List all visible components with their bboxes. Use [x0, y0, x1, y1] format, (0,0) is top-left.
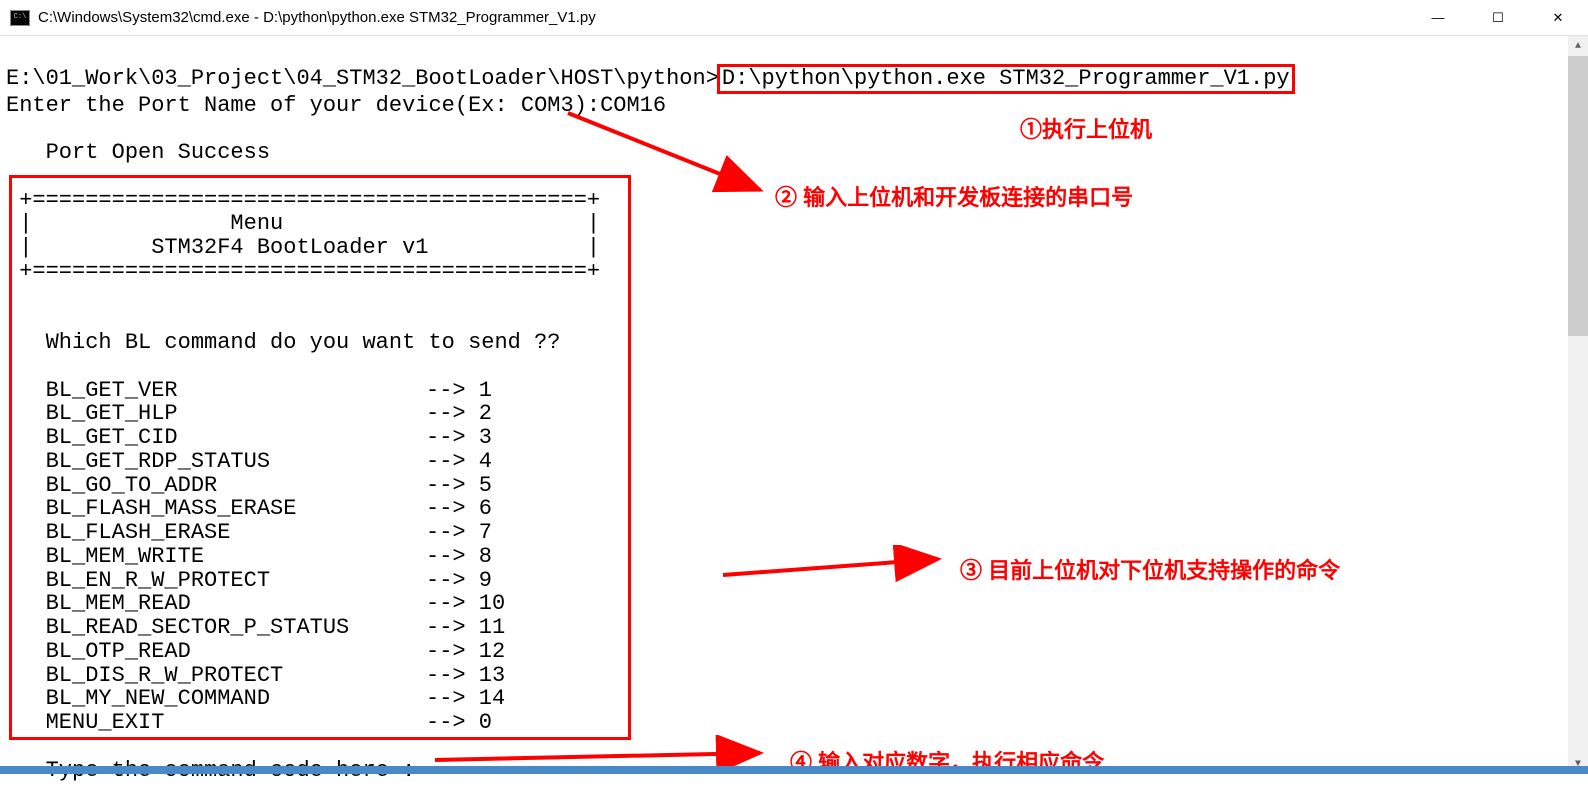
command-number: --> 9 — [426, 569, 492, 593]
command-row: BL_DIS_R_W_PROTECT--> 13 — [6, 664, 1582, 688]
command-row: BL_EN_R_W_PROTECT--> 9 — [6, 569, 1582, 593]
command-box: D:\python\python.exe STM32_Programmer_V1… — [717, 64, 1295, 94]
command-list: BL_GET_VER--> 1 BL_GET_HLP--> 2 BL_GET_C… — [6, 379, 1582, 735]
command-number: --> 2 — [426, 402, 492, 426]
command-name: BL_READ_SECTOR_P_STATUS — [6, 616, 426, 640]
scroll-thumb[interactable] — [1568, 56, 1588, 336]
command-name: BL_GET_HLP — [6, 402, 426, 426]
command-row: BL_GO_TO_ADDR--> 5 — [6, 474, 1582, 498]
terminal-content[interactable]: E:\01_Work\03_Project\04_STM32_BootLoade… — [0, 36, 1588, 786]
command-number: --> 10 — [426, 592, 505, 616]
command-name: BL_DIS_R_W_PROTECT — [6, 664, 426, 688]
command-row: BL_FLASH_ERASE--> 7 — [6, 521, 1582, 545]
command-name: MENU_EXIT — [6, 711, 426, 735]
window-title: C:\Windows\System32\cmd.exe - D:\python\… — [38, 9, 1408, 26]
command-row: BL_GET_HLP--> 2 — [6, 402, 1582, 426]
command-name: BL_MEM_WRITE — [6, 545, 426, 569]
window-titlebar: C:\Windows\System32\cmd.exe - D:\python\… — [0, 0, 1588, 36]
command-row: BL_MEM_READ--> 10 — [6, 592, 1582, 616]
command-number: --> 8 — [426, 545, 492, 569]
command-row: BL_MY_NEW_COMMAND--> 14 — [6, 687, 1582, 711]
command-row: BL_GET_CID--> 3 — [6, 426, 1582, 450]
bottom-accent-bar — [0, 766, 1588, 774]
menu-border-bottom: +=======================================… — [6, 260, 1582, 284]
command-number: --> 11 — [426, 616, 505, 640]
command-number: --> 3 — [426, 426, 492, 450]
annotation-3: ③ 目前上位机对下位机支持操作的命令 — [960, 553, 1340, 585]
command-name: BL_EN_R_W_PROTECT — [6, 569, 426, 593]
menu-title-1: | Menu | — [6, 212, 1582, 236]
command-row: BL_GET_RDP_STATUS--> 4 — [6, 450, 1582, 474]
command-name: BL_GET_CID — [6, 426, 426, 450]
menu-title-2: | STM32F4 BootLoader v1 | — [6, 236, 1582, 260]
command-name: BL_FLASH_ERASE — [6, 521, 426, 545]
port-success: Port Open Success — [6, 140, 270, 165]
annotation-2: ② 输入上位机和开发板连接的串口号 — [775, 180, 1133, 212]
command-name: BL_MEM_READ — [6, 592, 426, 616]
command-row: BL_FLASH_MASS_ERASE--> 6 — [6, 497, 1582, 521]
command-name: BL_GET_RDP_STATUS — [6, 450, 426, 474]
vertical-scrollbar[interactable]: ▲ ▼ — [1568, 36, 1588, 774]
window-controls: — ☐ ✕ — [1408, 0, 1588, 35]
command-name: BL_FLASH_MASS_ERASE — [6, 497, 426, 521]
command-number: --> 4 — [426, 450, 492, 474]
menu-question: Which BL command do you want to send ?? — [6, 330, 561, 355]
command-name: BL_MY_NEW_COMMAND — [6, 687, 426, 711]
command-text: D:\python\python.exe STM32_Programmer_V1… — [722, 66, 1290, 91]
command-number: --> 12 — [426, 640, 505, 664]
command-row: BL_MEM_WRITE--> 8 — [6, 545, 1582, 569]
command-name: BL_GET_VER — [6, 379, 426, 403]
command-number: --> 1 — [426, 379, 492, 403]
command-row: BL_GET_VER--> 1 — [6, 379, 1582, 403]
command-name: BL_GO_TO_ADDR — [6, 474, 426, 498]
port-value: COM16 — [600, 93, 666, 118]
command-row: MENU_EXIT--> 0 — [6, 711, 1582, 735]
cwd-prompt: E:\01_Work\03_Project\04_STM32_BootLoade… — [6, 66, 719, 91]
command-number: --> 13 — [426, 664, 505, 688]
minimize-button[interactable]: — — [1408, 0, 1468, 35]
port-prompt: Enter the Port Name of your device(Ex: C… — [6, 93, 600, 118]
command-number: --> 7 — [426, 521, 492, 545]
scroll-up-button[interactable]: ▲ — [1568, 36, 1588, 56]
command-number: --> 0 — [426, 711, 492, 735]
command-row: BL_READ_SECTOR_P_STATUS--> 11 — [6, 616, 1582, 640]
command-row: BL_OTP_READ--> 12 — [6, 640, 1582, 664]
cmd-icon — [10, 10, 30, 26]
close-button[interactable]: ✕ — [1528, 0, 1588, 35]
command-number: --> 5 — [426, 474, 492, 498]
command-name: BL_OTP_READ — [6, 640, 426, 664]
maximize-button[interactable]: ☐ — [1468, 0, 1528, 35]
command-number: --> 14 — [426, 687, 505, 711]
command-number: --> 6 — [426, 497, 492, 521]
annotation-1: ①执行上位机 — [1020, 112, 1152, 144]
